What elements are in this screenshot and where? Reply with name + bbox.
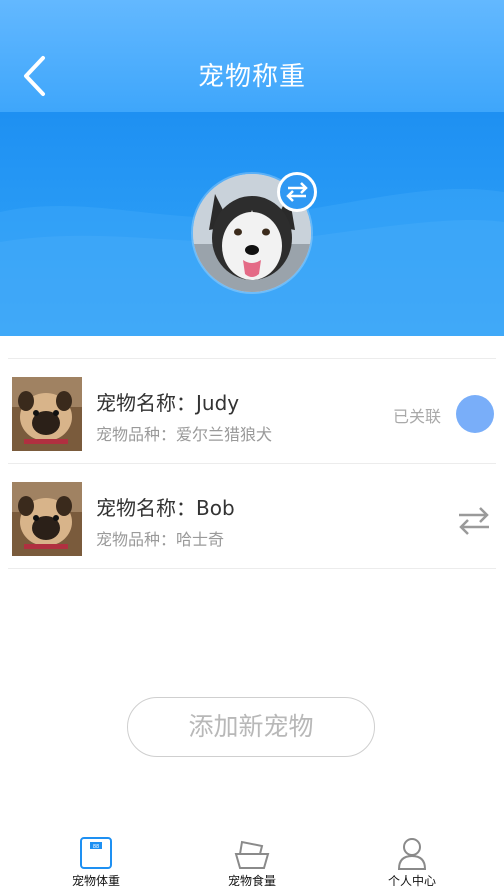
tab-label: 个人中心 <box>387 874 436 888</box>
pet-name: 宠物名称：Judy <box>96 391 240 415</box>
pet-name: 宠物名称：Bob <box>96 496 235 520</box>
food-bowl-icon <box>234 840 270 869</box>
pet-breed: 宠物品种：哈士奇 <box>96 530 225 549</box>
linked-status-label: 已关联 <box>393 407 442 426</box>
pet-list: 宠物名称：Judy 宠物品种：爱尔兰猎狼犬 已关联 宠物名称：Bob 宠物品种：… <box>8 358 496 569</box>
tab-label: 宠物体重 <box>71 874 120 888</box>
pet-thumbnail <box>12 377 82 451</box>
list-item[interactable]: 宠物名称：Judy 宠物品种：爱尔兰猎狼犬 已关联 <box>8 358 496 463</box>
pet-breed: 宠物品种：爱尔兰猎狼犬 <box>96 425 273 444</box>
scale-icon: 88 <box>80 837 112 869</box>
tab-label: 宠物食量 <box>227 874 276 888</box>
person-icon <box>397 838 427 870</box>
linked-indicator-icon <box>456 395 494 433</box>
pet-thumbnail <box>12 482 82 556</box>
header-bar: 宠物称重 <box>0 0 504 112</box>
switch-arrows-icon <box>459 507 489 535</box>
tab-profile[interactable]: 个人中心 <box>352 830 472 896</box>
svg-text:88: 88 <box>93 844 99 850</box>
tab-pet-food[interactable]: 宠物食量 <box>192 830 312 896</box>
pug-photo <box>12 482 82 556</box>
tab-pet-weight[interactable]: 88 宠物体重 <box>36 830 156 896</box>
switch-arrows-icon <box>286 182 308 202</box>
pug-photo <box>12 377 82 451</box>
add-pet-button[interactable]: 添加新宠物 <box>127 697 375 757</box>
page-title: 宠物称重 <box>197 62 306 92</box>
list-item[interactable]: 宠物名称：Bob 宠物品种：哈士奇 <box>8 463 496 569</box>
switch-pet-button[interactable] <box>277 172 317 212</box>
bottom-tab-bar: 88 宠物体重 宠物食量 个人中心 <box>0 830 504 896</box>
switch-to-pet-button[interactable] <box>456 504 492 538</box>
